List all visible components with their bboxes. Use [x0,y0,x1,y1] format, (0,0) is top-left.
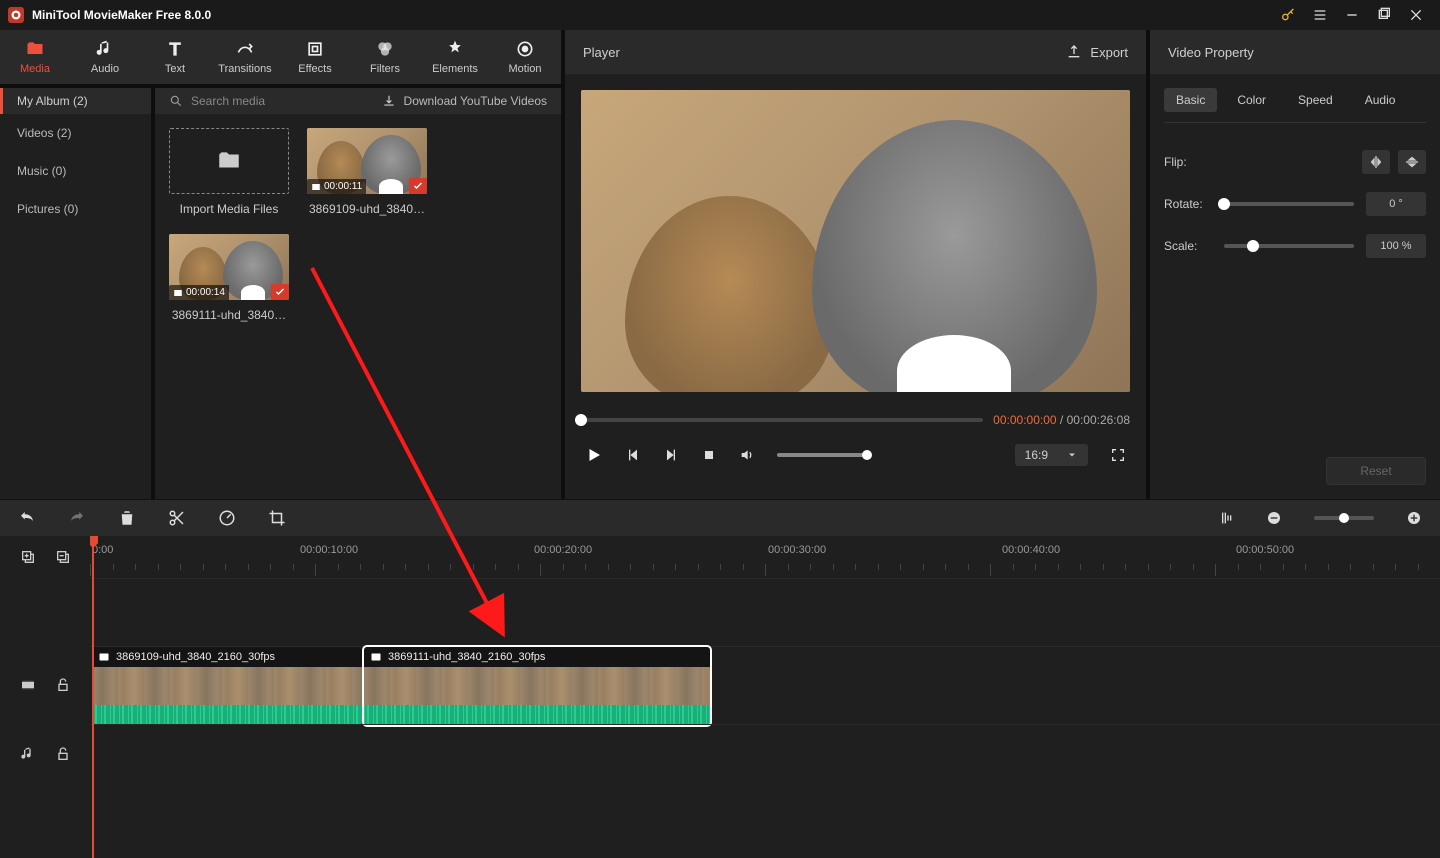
audio-track-icon [20,746,36,762]
timeline-ruler[interactable]: 0:00 00:00:10:00 00:00:20:00 00:00:30:00… [90,536,1440,578]
tab-elements[interactable]: Elements [420,30,490,84]
tab-effects[interactable]: Effects [280,30,350,84]
redo-button[interactable] [68,509,86,527]
prev-frame-button[interactable] [625,447,641,463]
export-button[interactable]: Export [1066,44,1128,60]
app-logo [8,7,24,23]
rotate-value[interactable]: 0 ° [1366,192,1426,216]
tab-filters[interactable]: Filters [350,30,420,84]
tab-text[interactable]: Text [140,30,210,84]
video-track-icon [20,677,36,693]
sidebar-item-videos[interactable]: Videos (2) [0,114,151,152]
album-header[interactable]: My Album (2) [0,88,151,114]
main-tabstrip: Media Audio Text Transitions Effects Fil… [0,30,561,88]
audio-lock-icon[interactable] [55,746,71,762]
download-icon [382,94,396,108]
search-input[interactable]: Search media [191,94,265,108]
clip-used-icon [409,178,427,194]
add-track-button[interactable] [20,549,36,565]
import-media-button[interactable]: Import Media Files [169,128,289,216]
clip-name: 3869109-uhd_3840… [307,202,427,216]
undo-button[interactable] [18,509,36,527]
zoom-slider[interactable] [1314,516,1374,520]
prop-tab-speed[interactable]: Speed [1286,88,1345,112]
speed-button[interactable] [218,509,236,527]
playback-scrubber[interactable] [581,418,983,422]
menu-icon[interactable] [1304,0,1336,30]
rotate-slider[interactable] [1224,202,1354,206]
timeline-clip[interactable]: 3869109-uhd_3840_2160_30fps [92,647,362,725]
scale-value[interactable]: 100 % [1366,234,1426,258]
clip-duration: 00:00:11 [307,179,366,194]
tab-motion[interactable]: Motion [490,30,560,84]
clip-used-icon [271,284,289,300]
minimize-button[interactable] [1336,0,1368,30]
volume-slider[interactable] [777,453,867,457]
download-youtube-button[interactable]: Download YouTube Videos [404,94,547,108]
maximize-button[interactable] [1368,0,1400,30]
clip-name: 3869111-uhd_3840… [169,308,289,322]
video-track[interactable]: 3869109-uhd_3840_2160_30fps 3869111-uhd_… [90,646,1440,724]
flip-vertical-button[interactable] [1398,150,1426,174]
delete-button[interactable] [118,509,136,527]
scale-label: Scale: [1164,239,1224,253]
volume-icon[interactable] [739,447,755,463]
timeline: 0:00 00:00:10:00 00:00:20:00 00:00:30:00… [0,536,1440,858]
tab-media[interactable]: Media [0,30,70,84]
library-clip[interactable]: 00:00:11 3869109-uhd_3840… [307,128,427,216]
video-lock-icon[interactable] [55,677,71,693]
sidebar-item-pictures[interactable]: Pictures (0) [0,190,151,228]
album-sidebar: My Album (2) Videos (2) Music (0) Pictur… [0,88,155,499]
prop-tab-audio[interactable]: Audio [1353,88,1408,112]
search-icon [169,94,183,108]
auto-fit-button[interactable] [1218,510,1234,526]
timeline-toolbar [0,500,1440,536]
tab-audio[interactable]: Audio [70,30,140,84]
tab-transitions[interactable]: Transitions [210,30,280,84]
playhead[interactable] [92,536,94,858]
prop-tab-basic[interactable]: Basic [1164,88,1217,112]
next-frame-button[interactable] [663,447,679,463]
app-title: MiniTool MovieMaker Free 8.0.0 [32,8,1272,22]
clip-duration: 00:00:14 [169,285,229,300]
key-icon[interactable] [1272,0,1304,30]
timeline-clip[interactable]: 3869111-uhd_3840_2160_30fps [364,647,710,725]
crop-button[interactable] [268,509,286,527]
stop-button[interactable] [701,447,717,463]
flip-label: Flip: [1164,155,1224,169]
zoom-out-button[interactable] [1266,510,1282,526]
video-preview[interactable] [581,90,1130,392]
aspect-ratio-select[interactable]: 16:9 [1015,444,1088,466]
zoom-in-button[interactable] [1406,510,1422,526]
fullscreen-button[interactable] [1110,447,1126,463]
rotate-label: Rotate: [1164,197,1224,211]
remove-track-button[interactable] [55,549,71,565]
titlebar: MiniTool MovieMaker Free 8.0.0 [0,0,1440,30]
scale-slider[interactable] [1224,244,1354,248]
timecode: 00:00:00:00 / 00:00:26:08 [993,413,1130,427]
sidebar-item-music[interactable]: Music (0) [0,152,151,190]
close-button[interactable] [1400,0,1432,30]
play-button[interactable] [585,446,603,464]
prop-tab-color[interactable]: Color [1225,88,1278,112]
property-title: Video Property [1168,45,1254,60]
audio-track[interactable] [90,724,1440,784]
flip-horizontal-button[interactable] [1362,150,1390,174]
split-button[interactable] [168,509,186,527]
reset-button[interactable]: Reset [1326,457,1426,485]
player-title: Player [583,45,620,60]
library-clip[interactable]: 00:00:14 3869111-uhd_3840… [169,234,289,322]
